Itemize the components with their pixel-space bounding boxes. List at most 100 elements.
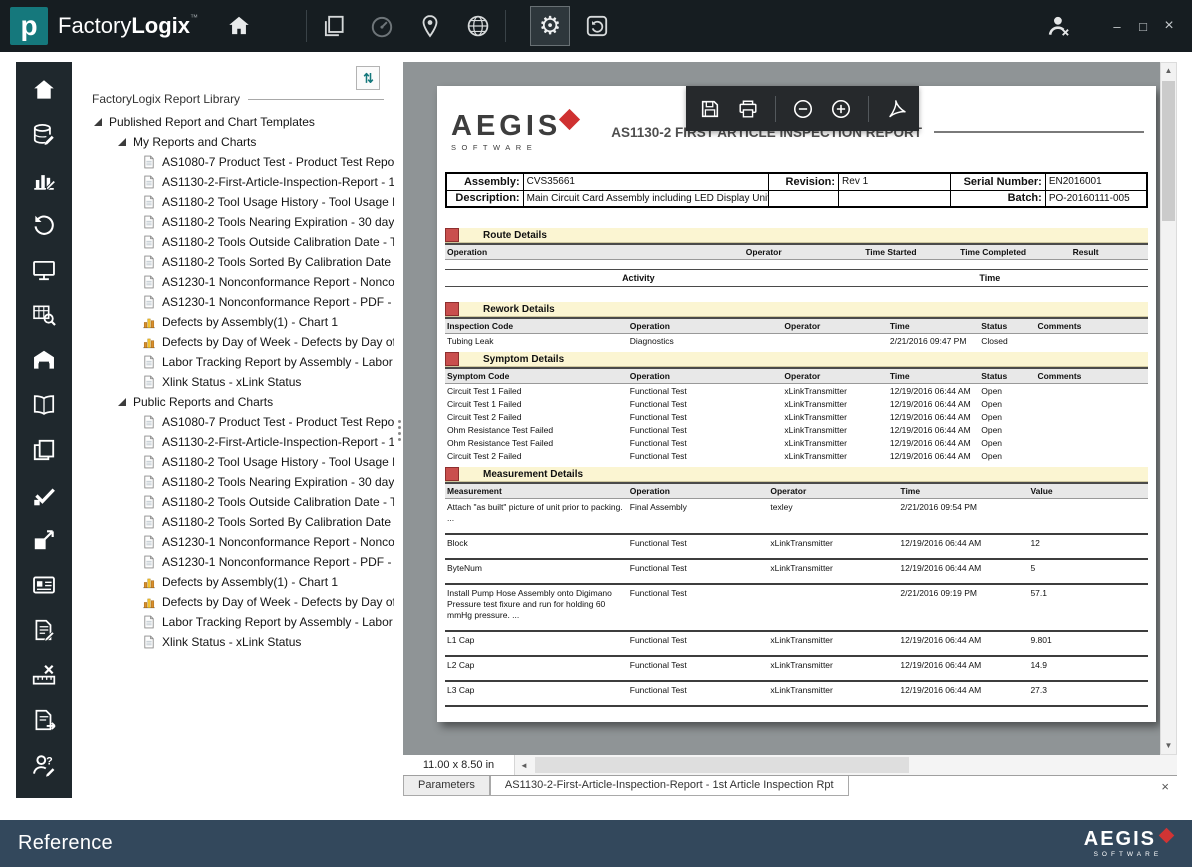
vertical-scrollbar[interactable]: ▲ ▼ [1160,62,1177,755]
column-header: Operation [628,319,783,333]
tree-group-item[interactable]: My Reports and Charts [72,132,394,152]
tree-item[interactable]: AS1180-2 Tools Nearing Expiration - 30 d… [72,472,394,492]
ruler-icon[interactable] [30,661,58,688]
reset-history-icon[interactable] [582,11,612,41]
column-header: Operator [782,369,887,383]
user-signout-icon[interactable] [1044,11,1074,41]
chart-icon [142,594,156,610]
warehouse-icon[interactable] [30,346,58,373]
copy-documents-icon[interactable] [30,436,58,463]
tree-item[interactable]: AS1180-2 Tools Outside Calibration Date … [72,492,394,512]
database-edit-icon[interactable] [30,121,58,148]
table-row: Ohm Resistance Test FailedFunctional Tes… [445,436,1148,449]
gauge-icon[interactable] [367,11,397,41]
zoom-out-button[interactable] [788,94,818,124]
panel-splitter[interactable] [395,62,403,798]
tree-item[interactable]: Xlink Status - xLink Status [72,372,394,392]
table-cell: 12/19/2016 06:44 AM [898,537,1028,549]
pdf-export-button[interactable] [881,94,911,124]
tree-item[interactable]: AS1180-2 Tools Sorted By Calibration Dat… [72,512,394,532]
export-icon[interactable] [30,526,58,553]
table-cell: Open [979,385,1035,397]
tree-item[interactable]: AS1230-1 Nonconformance Report - PDF - N… [72,552,394,572]
maximize-button[interactable]: □ [1130,19,1156,34]
scroll-left-icon[interactable]: ◄ [515,761,533,770]
tree-item[interactable]: AS1080-7 Product Test - Product Test Rep… [72,412,394,432]
tree-item-label: AS1230-1 Nonconformance Report - Noncon.… [162,275,394,289]
table-cell: 9.801 [1028,634,1148,646]
chart-edit-icon[interactable] [30,166,58,193]
scroll-down-icon[interactable]: ▼ [1161,738,1176,754]
expander-icon[interactable] [118,398,126,406]
tree-item[interactable]: Xlink Status - xLink Status [72,632,394,652]
book-icon[interactable] [30,391,58,418]
settings-gear-button[interactable]: ⚙ [530,6,570,46]
refresh-button[interactable]: ⇄ [356,66,380,90]
table-search-icon[interactable] [30,301,58,328]
tree-item[interactable]: AS1180-2 Tools Sorted By Calibration Dat… [72,252,394,272]
tree-item-label: Public Reports and Charts [133,395,273,409]
description-value: Main Circuit Card Assembly including LED… [523,190,768,207]
table-cell: Circuit Test 2 Failed [445,411,628,423]
table-cell: Final Assembly [628,501,769,513]
expander-icon[interactable] [118,138,126,146]
tree-item[interactable]: AS1180-2 Tools Nearing Expiration - 30 d… [72,212,394,232]
tree-item[interactable]: AS1230-1 Nonconformance Report - PDF - N… [72,292,394,312]
location-pin-icon[interactable] [415,11,445,41]
table-cell: Ohm Resistance Test Failed [445,437,628,449]
check-task-icon[interactable] [30,481,58,508]
monitor-icon[interactable] [30,256,58,283]
tree-item[interactable]: Labor Tracking Report by Assembly - Labo… [72,612,394,632]
tab-parameters[interactable]: Parameters [403,776,490,796]
table-cell: 2/21/2016 09:54 PM [898,501,1028,513]
document-icon [142,474,156,490]
globe-icon[interactable] [463,11,493,41]
table-cell [1028,501,1148,503]
tree-item[interactable]: Defects by Day of Week - Defects by Day … [72,592,394,612]
zoom-in-button[interactable] [826,94,856,124]
horizontal-scrollbar[interactable] [533,755,1177,775]
print-button[interactable] [733,94,763,124]
home-icon[interactable] [30,76,58,103]
document-edit-icon[interactable] [30,616,58,643]
tree-item[interactable]: Defects by Assembly(1) - Chart 1 [72,312,394,332]
user-help-icon[interactable]: ? [30,751,58,778]
tree-item[interactable]: AS1080-7 Product Test - Product Test Rep… [72,152,394,172]
home-icon[interactable] [224,11,254,41]
column-header: Operator [782,319,887,333]
tree-group-item[interactable]: Public Reports and Charts [72,392,394,412]
tree-item-label: AS1180-2 Tool Usage History - Tool Usage… [162,455,394,469]
tree-item[interactable]: AS1230-1 Nonconformance Report - Noncon.… [72,532,394,552]
expander-icon[interactable] [94,118,102,126]
documents-icon[interactable] [319,11,349,41]
vertical-scroll-thumb[interactable] [1162,81,1175,221]
table-cell: Block [445,537,628,550]
tree-item[interactable]: AS1130-2-First-Article-Inspection-Report… [72,432,394,452]
scroll-up-icon[interactable]: ▲ [1161,63,1176,79]
tree-item[interactable]: AS1130-2-First-Article-Inspection-Report… [72,172,394,192]
tree-item[interactable]: Defects by Assembly(1) - Chart 1 [72,572,394,592]
tree-item[interactable]: AS1180-2 Tools Outside Calibration Date … [72,232,394,252]
tree-item[interactable]: Labor Tracking Report by Assembly - Labo… [72,352,394,372]
tree-item[interactable]: AS1230-1 Nonconformance Report - Noncon.… [72,272,394,292]
minimize-button[interactable]: – [1104,19,1130,34]
close-button[interactable]: × [1156,17,1182,35]
tab-report[interactable]: AS1130-2-First-Article-Inspection-Report… [490,776,849,796]
revision-value: Rev 1 [839,173,951,190]
app-logo[interactable]: p [10,7,48,45]
document-icon [142,214,156,230]
table-cell: Functional Test [628,424,783,436]
tree-group-item[interactable]: Published Report and Chart Templates [72,112,394,132]
history-icon[interactable] [30,211,58,238]
save-button[interactable] [695,94,725,124]
column-header: Time [888,369,979,383]
description-label: Description: [446,190,523,207]
id-card-icon[interactable] [30,571,58,598]
horizontal-scroll-thumb[interactable] [535,757,909,773]
tree-item[interactable]: Defects by Day of Week - Defects by Day … [72,332,394,352]
close-tab-icon[interactable]: × [1161,780,1169,793]
document-export-icon[interactable] [30,706,58,733]
tree-item[interactable]: AS1180-2 Tool Usage History - Tool Usage… [72,192,394,212]
tree-item[interactable]: AS1180-2 Tool Usage History - Tool Usage… [72,452,394,472]
report-page: AEGIS SOFTWARE AS1130-2 FIRST ARTICLE IN… [437,86,1156,722]
